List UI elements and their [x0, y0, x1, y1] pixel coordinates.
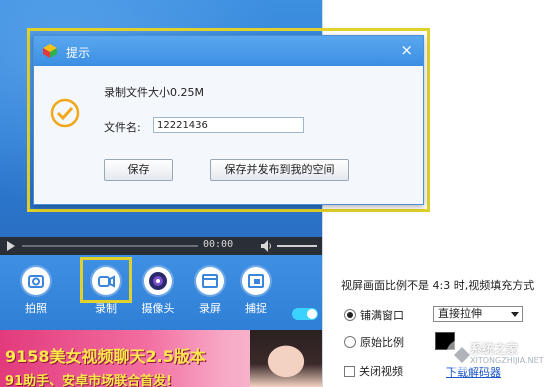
volume-icon[interactable] [261, 240, 272, 252]
original-ratio-label: 原始比例 [360, 336, 404, 349]
check-circle-icon [50, 98, 80, 128]
time-display: 00:00 [203, 239, 234, 250]
close-video-label: 关闭视频 [359, 365, 403, 378]
ad-title: 9158美女视频聊天2.5版本 [5, 347, 206, 366]
volume-slider[interactable] [277, 245, 317, 247]
fill-window-option[interactable]: 铺满窗口 [344, 307, 404, 323]
tool-photo-label: 拍照 [25, 302, 47, 315]
fill-window-radio[interactable] [344, 309, 356, 321]
toolbar: 拍照 录制 摄像头 录屏 捕捉 [0, 255, 322, 330]
toggle-switch[interactable] [292, 308, 318, 320]
toggle-knob [307, 309, 317, 319]
close-video-option[interactable]: 关闭视频 [344, 363, 403, 379]
progress-slider[interactable] [22, 245, 198, 247]
app-logo-icon [43, 44, 57, 58]
ad-subtitle: 91助手、安卓市场联合首发! [5, 374, 173, 387]
stretch-mode-select[interactable]: 直接拉伸 [433, 306, 523, 322]
original-ratio-radio[interactable] [344, 336, 356, 348]
record-highlight-frame [80, 257, 132, 303]
fill-window-label: 铺满窗口 [360, 309, 404, 322]
close-icon[interactable]: × [400, 42, 413, 58]
camera-icon [22, 267, 50, 295]
ad-banner[interactable]: 9158美女视频聊天2.5版本 91助手、安卓市场联合首发! [0, 330, 322, 387]
tool-photo[interactable]: 拍照 [14, 267, 58, 316]
dialog-title: 提示 [66, 46, 91, 60]
webcam-icon [144, 267, 172, 295]
screen-record-icon [196, 267, 224, 295]
player-bar: 00:00 [0, 237, 322, 255]
filename-input[interactable] [153, 117, 304, 133]
aspect-ratio-note: 视屏画面比例不是 4:3 时,视频填充方式 [341, 279, 535, 292]
play-icon[interactable] [7, 241, 15, 251]
tool-webcam-label: 摄像头 [141, 302, 175, 315]
tool-screen-record-label: 录屏 [199, 302, 221, 315]
chevron-down-icon [511, 312, 519, 317]
tool-webcam[interactable]: 摄像头 [136, 267, 180, 316]
file-size-text: 录制文件大小0.25M [104, 86, 204, 99]
watermark-url: XITONGZHIJIA.NET [470, 356, 544, 365]
close-video-checkbox[interactable] [344, 366, 355, 377]
capture-icon [242, 267, 270, 295]
save-dialog: 提示 × 录制文件大小0.25M 文件名: 保存 保存并发布到我的空间 [33, 35, 424, 205]
save-publish-button[interactable]: 保存并发布到我的空间 [210, 159, 349, 181]
stretch-mode-value: 直接拉伸 [438, 307, 482, 320]
filename-label: 文件名: [104, 121, 141, 134]
original-ratio-option[interactable]: 原始比例 [344, 334, 404, 350]
tool-capture-label: 捕捉 [245, 302, 267, 315]
dialog-body: 录制文件大小0.25M 文件名: 保存 保存并发布到我的空间 [34, 66, 423, 204]
ad-person-image [250, 330, 322, 387]
tool-capture[interactable]: 捕捉 [234, 267, 278, 316]
dialog-titlebar: 提示 × [34, 36, 423, 66]
tool-screen-record[interactable]: 录屏 [188, 267, 232, 316]
watermark-text: 系统之家 [470, 342, 519, 356]
save-button[interactable]: 保存 [104, 159, 173, 181]
